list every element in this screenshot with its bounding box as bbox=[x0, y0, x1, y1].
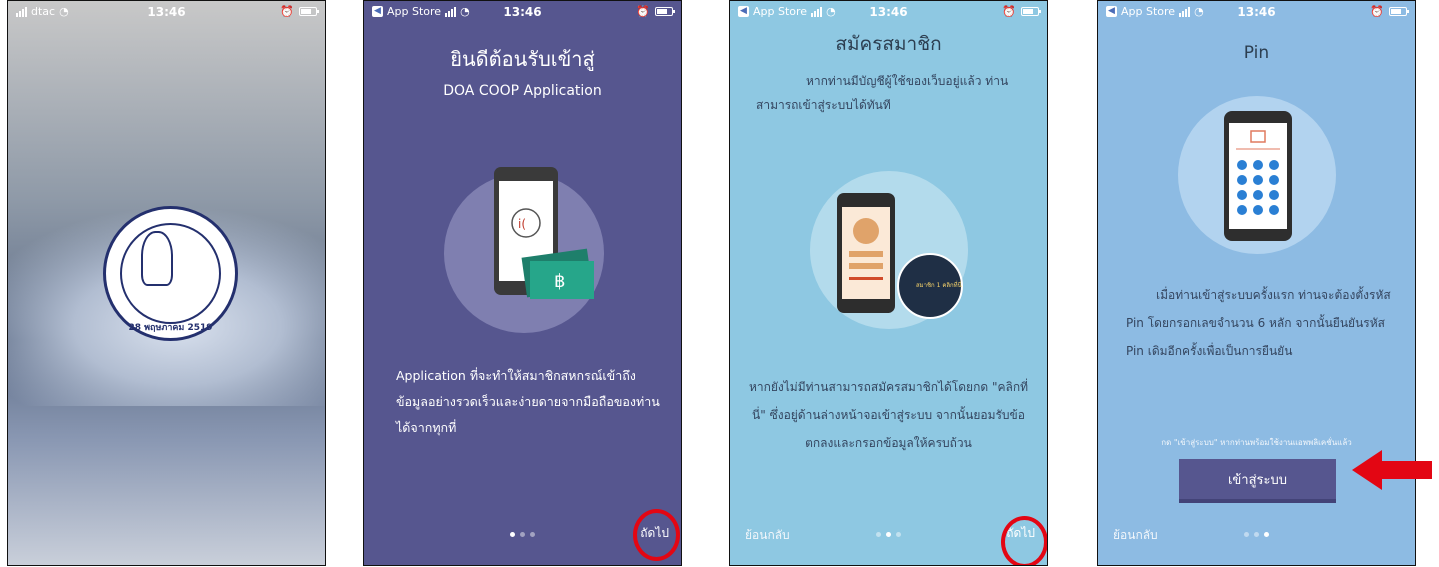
tutorial-screens: dtac ◔ 13:46 ⏰ 28 พฤษภาคม 2519 ◀ App Sto… bbox=[0, 0, 1439, 567]
pin-title: Pin bbox=[1243, 43, 1270, 63]
status-time: 13:46 bbox=[147, 5, 186, 19]
page-dot-active bbox=[510, 532, 515, 537]
alarm-icon: ⏰ bbox=[1002, 5, 1016, 18]
battery-icon bbox=[299, 7, 319, 16]
svg-text:i(: i( bbox=[518, 217, 526, 231]
battery-icon bbox=[1021, 7, 1041, 16]
page-indicator bbox=[730, 532, 1047, 537]
login-button[interactable]: เข้าสู่ระบบ bbox=[1179, 459, 1336, 499]
form-line bbox=[849, 251, 883, 257]
page-dot bbox=[876, 532, 881, 537]
page-dot-active bbox=[886, 532, 891, 537]
page-dot bbox=[1254, 532, 1259, 537]
status-time: 13:46 bbox=[869, 5, 908, 19]
page-dot bbox=[530, 532, 535, 537]
battery-icon bbox=[655, 7, 675, 16]
page-dot-active bbox=[1264, 532, 1269, 537]
pointer-arrow-icon bbox=[1352, 450, 1432, 490]
highlight-ring bbox=[1001, 516, 1047, 565]
login-hint: กด "เข้าสู่ระบบ" หากท่านพร้อมใช้งานแอพพล… bbox=[1161, 438, 1352, 447]
page-dot bbox=[1244, 532, 1249, 537]
phone-money-illustration: i( ฿ bbox=[494, 167, 594, 299]
seal-deity-figure bbox=[141, 231, 173, 286]
pin-keypad-illustration bbox=[1224, 111, 1292, 241]
svg-text:฿: ฿ bbox=[554, 271, 565, 292]
alarm-icon: ⏰ bbox=[280, 5, 294, 18]
cooperative-seal-logo: 28 พฤษภาคม 2519 bbox=[103, 206, 238, 341]
page-dot bbox=[896, 532, 901, 537]
pin-description: เมื่อท่านเข้าสู่ระบบครั้งแรก ท่านจะต้องต… bbox=[1126, 288, 1391, 358]
alarm-icon: ⏰ bbox=[636, 5, 650, 18]
splash-screen: dtac ◔ 13:46 ⏰ 28 พฤษภาคม 2519 bbox=[7, 0, 326, 566]
form-line bbox=[849, 263, 883, 269]
register-title: สมัครสมาชิก bbox=[835, 33, 942, 55]
page-dot bbox=[520, 532, 525, 537]
welcome-description: Application ที่จะทำให้สมาชิกสหกรณ์เข้าถึ… bbox=[396, 368, 660, 435]
register-description: หากยังไม่มีท่านสามารถสมัครสมาชิกได้โดยกด… bbox=[748, 380, 1029, 450]
highlight-line bbox=[849, 277, 883, 280]
alarm-icon: ⏰ bbox=[1370, 5, 1384, 18]
register-illustration bbox=[837, 193, 963, 319]
status-bar: ◀ App Store ◔ 13:46 ⏰ bbox=[730, 1, 1047, 23]
register-screen: ◀ App Store ◔ 13:46 ⏰ สมัครสมาชิก หากท่า… bbox=[729, 0, 1048, 566]
welcome-title: ยินดีต้อนรับเข้าสู่ bbox=[450, 47, 595, 71]
page-indicator bbox=[1098, 532, 1415, 537]
battery-icon bbox=[1389, 7, 1409, 16]
status-bar: ◀ App Store ◔ 13:46 ⏰ bbox=[1098, 1, 1415, 23]
welcome-screen: ◀ App Store ◔ 13:46 ⏰ ยินดีต้อนรับเข้าสู… bbox=[363, 0, 682, 566]
register-intro: หากท่านมีบัญชีผู้ใช้ของเว็บอยู่แล้ว ท่าน… bbox=[756, 74, 1009, 112]
seal-date-text: 28 พฤษภาคม 2519 bbox=[128, 323, 213, 333]
highlight-ring bbox=[633, 509, 680, 561]
zoom-caption: สมาชิก 1 คลิกที่นี่ bbox=[916, 282, 962, 289]
status-bar: dtac ◔ 13:46 ⏰ bbox=[8, 1, 325, 23]
status-time: 13:46 bbox=[503, 5, 542, 19]
app-name: DOA COOP Application bbox=[443, 83, 602, 99]
status-bar: ◀ App Store ◔ 13:46 ⏰ bbox=[364, 1, 681, 23]
avatar-icon bbox=[853, 218, 879, 244]
status-time: 13:46 bbox=[1237, 5, 1276, 19]
